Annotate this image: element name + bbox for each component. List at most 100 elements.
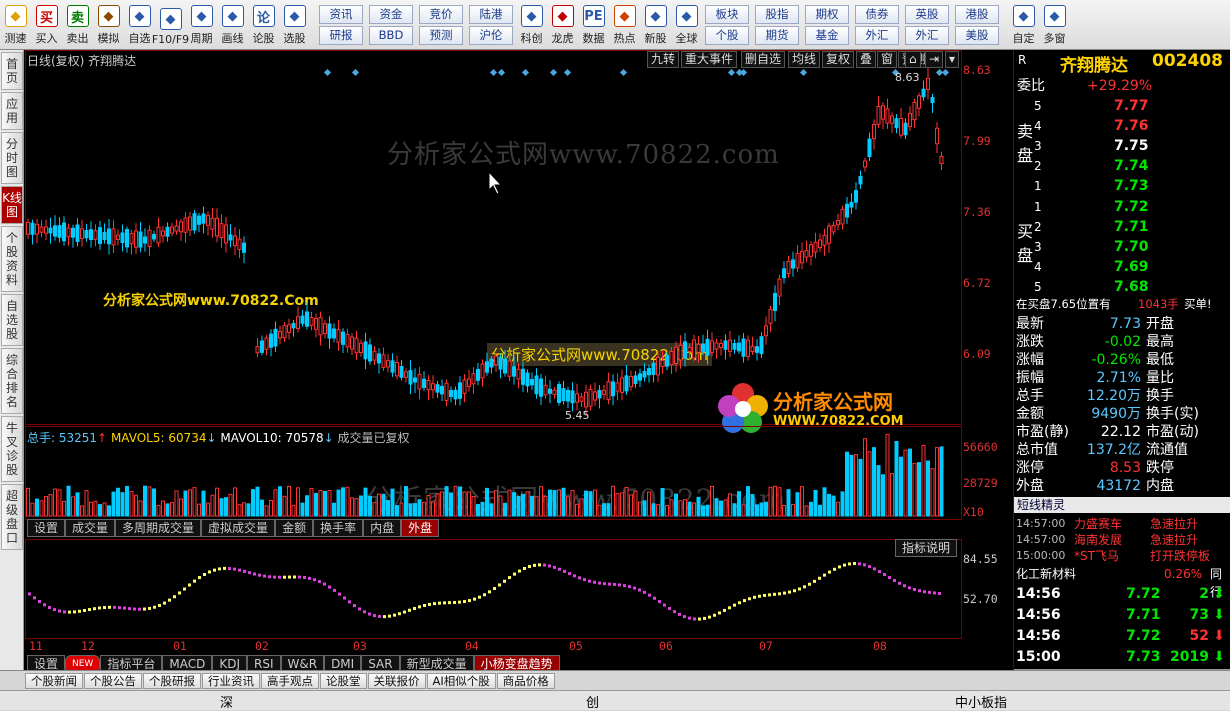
- toolbar-link-button[interactable]: 资讯: [319, 4, 363, 24]
- quote-value: 12.20万: [1086, 388, 1141, 404]
- toolbar-link-button[interactable]: 陆港: [469, 4, 513, 24]
- stat-row: 振幅 2.71% 量比: [1014, 369, 1230, 387]
- toolbar-label: 买入: [35, 32, 58, 45]
- toolbar-cycle-button[interactable]: ◆ 周期: [186, 0, 217, 49]
- left-tab-4[interactable]: 个股资料: [1, 226, 23, 292]
- bottom-tab[interactable]: 个股公告: [84, 673, 142, 689]
- month-label: 05: [569, 639, 583, 653]
- toolbar-link-button[interactable]: 美股: [955, 25, 999, 45]
- indicator-help-button[interactable]: 指标说明: [895, 539, 958, 557]
- left-tab-1[interactable]: 应用: [1, 92, 23, 130]
- toolbar-globe-button[interactable]: ◆ 全球: [671, 0, 702, 49]
- toolbar-link-button[interactable]: 外汇: [855, 25, 899, 45]
- toolbar-dragon-button[interactable]: ◆ 龙虎: [547, 0, 578, 49]
- toolbar-link-button[interactable]: 竞价: [419, 4, 463, 24]
- month-label: 12: [81, 639, 95, 653]
- toolbar-pencil-button[interactable]: ◆ 画线: [217, 0, 248, 49]
- bottom-tab[interactable]: 个股新闻: [25, 673, 83, 689]
- bottom-tab[interactable]: 关联报价: [367, 673, 426, 689]
- status-item[interactable]: 深: [220, 692, 233, 711]
- discuss-icon: 论: [252, 5, 275, 27]
- bottom-tab[interactable]: 行业资讯: [202, 673, 260, 689]
- toolbar-link-button[interactable]: 个股: [705, 25, 749, 45]
- toolbar-link-button[interactable]: 基金: [805, 25, 849, 45]
- toolbar-buy-button[interactable]: 买买入: [31, 0, 62, 49]
- volume-tab[interactable]: 多周期成交量: [115, 519, 202, 537]
- toolbar-link-button[interactable]: 英股: [905, 4, 949, 24]
- toolbar-newstock-button[interactable]: ◆ 新股: [640, 0, 671, 49]
- toolbar-link-button[interactable]: 股指: [755, 4, 799, 24]
- indicator-axis-label: 84.55: [963, 552, 998, 566]
- quote-value: 137.2亿: [1086, 442, 1141, 458]
- main-toolbar: ◆ 测速买买入卖卖出 ◆ 模拟 ◆ 自选 ◆ F10/F9 ◆ 周期 ◆ 画线论论股 ◆ 选股 资讯 研报 资金…: [0, 0, 1230, 50]
- toolbar-link-button[interactable]: 沪伦: [469, 25, 513, 45]
- volume-tab[interactable]: 金额: [275, 519, 314, 537]
- quote-value: 7.73: [1126, 649, 1161, 665]
- toolbar-link-button[interactable]: 板块: [705, 4, 749, 24]
- lock-icon[interactable]: ⌂: [905, 51, 921, 68]
- toolbar-hot-button[interactable]: ◆ 热点: [609, 0, 640, 49]
- toolbar-sell-button[interactable]: 卖卖出: [62, 0, 93, 49]
- toolbar-link-button[interactable]: 预测: [419, 25, 463, 45]
- dropdown-icon[interactable]: ▾: [945, 51, 960, 68]
- chart-control-6[interactable]: 窗: [877, 51, 898, 68]
- bottom-tab[interactable]: 论股堂: [320, 673, 367, 689]
- toolbar-custom-button[interactable]: ◆ 自定: [1008, 0, 1039, 49]
- bottom-tab[interactable]: 商品价格: [496, 673, 555, 689]
- toolbar-link-button[interactable]: 研报: [319, 25, 363, 45]
- bottom-tab[interactable]: 个股研报: [143, 673, 201, 689]
- left-tab-0[interactable]: 首页: [1, 52, 23, 90]
- toolbar-multiwin-button[interactable]: ◆ 多窗: [1039, 0, 1070, 49]
- app-window: ◆ 测速买买入卖卖出 ◆ 模拟 ◆ 自选 ◆ F10/F9 ◆ 周期 ◆ 画线论论股 ◆ 选股 资讯 研报 资金…: [0, 0, 1230, 711]
- left-tab-7[interactable]: 牛叉诊股: [1, 416, 23, 482]
- toolbar-f10-button[interactable]: ◆ F10/F9: [152, 0, 189, 49]
- volume-tab[interactable]: 设置: [27, 519, 66, 537]
- chart-control-5[interactable]: 叠: [856, 51, 877, 68]
- hammer-icon: ◆: [97, 5, 120, 27]
- volume-tab[interactable]: 成交量: [65, 519, 116, 537]
- left-tab-6[interactable]: 综合排名: [1, 348, 23, 414]
- bottom-tab[interactable]: AI相似个股: [426, 673, 496, 689]
- watermark-main: 分析家公式网www.70822.com: [387, 140, 780, 170]
- arrow-right-icon[interactable]: ⇥: [925, 51, 944, 68]
- price-pane[interactable]: [25, 50, 962, 425]
- volume-tab[interactable]: 换手率: [313, 519, 364, 537]
- toolbar-link-button[interactable]: 债券: [855, 4, 899, 24]
- status-item[interactable]: 中小板指: [955, 692, 1007, 711]
- toolbar-pe-button[interactable]: PE 数据: [578, 0, 609, 49]
- toolbar-label: 龙虎: [551, 32, 574, 45]
- chart-control-3[interactable]: 均线: [788, 51, 821, 68]
- volume-tab[interactable]: 虚拟成交量: [201, 519, 276, 537]
- arrow-down-icon: ⬇: [1213, 607, 1225, 623]
- chart-control-1[interactable]: 重大事件: [681, 51, 738, 68]
- volume-tab[interactable]: 内盘: [363, 519, 402, 537]
- left-tab-3[interactable]: K线图: [1, 186, 23, 224]
- quote-value: +29.29%: [1087, 78, 1153, 94]
- chart-control-4[interactable]: 复权: [822, 51, 855, 68]
- left-tab-8[interactable]: 超级盘口: [1, 484, 23, 550]
- toolbar-star-button[interactable]: ◆ 自选: [124, 0, 155, 49]
- toolbar-select-button[interactable]: ◆ 选股: [279, 0, 310, 49]
- toolbar-link-button[interactable]: 资金: [369, 4, 413, 24]
- toolbar-link-button[interactable]: 期货: [755, 25, 799, 45]
- toolbar-chart-button[interactable]: ◆ 科创: [516, 0, 547, 49]
- toolbar-link-button[interactable]: BBD: [369, 25, 413, 45]
- watermark-yellow: 分析家公式网www.70822.Com: [103, 293, 319, 309]
- toolbar-link-button[interactable]: 期权: [805, 4, 849, 24]
- toolbar-link-button[interactable]: 港股: [955, 4, 999, 24]
- chart-control-0[interactable]: 九转: [647, 51, 680, 68]
- chart-control-2[interactable]: 删自选: [741, 51, 786, 68]
- toolbar-discuss-button[interactable]: 论论股: [248, 0, 279, 49]
- status-item[interactable]: 创: [586, 692, 599, 711]
- left-tab-2[interactable]: 分时图: [1, 132, 23, 184]
- toolbar-hammer-button[interactable]: ◆ 模拟: [93, 0, 124, 49]
- quote-value: 4: [1034, 260, 1042, 274]
- stat-row: 外盘 43172 内盘: [1014, 477, 1230, 495]
- quote-value: 7.69: [1114, 259, 1149, 275]
- volume-tab[interactable]: 外盘: [401, 519, 440, 537]
- toolbar-link-button[interactable]: 外汇: [905, 25, 949, 45]
- left-tab-5[interactable]: 自选股: [1, 294, 23, 346]
- indicator-pane[interactable]: [25, 539, 962, 639]
- bottom-tab[interactable]: 高手观点: [261, 673, 319, 689]
- toolbar-clock-button[interactable]: ◆ 测速: [0, 0, 31, 49]
